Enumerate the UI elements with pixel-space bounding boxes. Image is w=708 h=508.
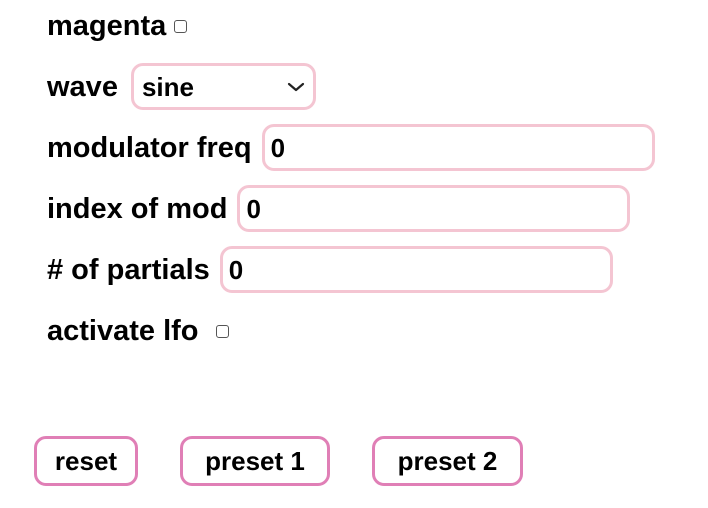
preset-2-button[interactable]: preset 2 [372, 436, 523, 486]
wave-row: wave sine [47, 63, 316, 110]
magenta-label: magenta [47, 10, 167, 42]
index-of-mod-row: index of mod 0 [47, 185, 631, 232]
preset-1-button[interactable]: preset 1 [180, 436, 330, 486]
magenta-checkbox[interactable] [174, 19, 188, 33]
magenta-row: magenta [47, 9, 188, 43]
index-of-mod-value: 0 [246, 193, 261, 224]
activate-lfo-label: activate lfo [47, 315, 199, 347]
wave-select[interactable]: sine [130, 63, 316, 110]
reset-button-label: reset [54, 445, 118, 476]
partials-input[interactable]: 0 [219, 246, 613, 293]
preset-2-button-label: preset 2 [397, 445, 498, 476]
index-of-mod-label: index of mod [47, 192, 228, 225]
wave-selected-value: sine [141, 71, 194, 102]
activate-lfo-checkbox[interactable] [215, 324, 229, 338]
modulator-freq-value: 0 [270, 132, 286, 163]
reset-button[interactable]: reset [34, 436, 138, 486]
wave-label: wave [47, 70, 118, 103]
chevron-down-icon [287, 82, 305, 91]
modulator-freq-label: modulator freq [47, 131, 252, 164]
modulator-freq-input[interactable]: 0 [261, 124, 655, 171]
partials-value: 0 [228, 254, 244, 285]
index-of-mod-input[interactable]: 0 [237, 185, 631, 232]
partials-label: # of partials [47, 253, 210, 286]
modulator-freq-row: modulator freq 0 [47, 124, 655, 171]
activate-lfo-row: activate lfo [47, 314, 229, 348]
partials-row: # of partials 0 [47, 246, 613, 293]
preset-1-button-label: preset 1 [205, 445, 305, 476]
